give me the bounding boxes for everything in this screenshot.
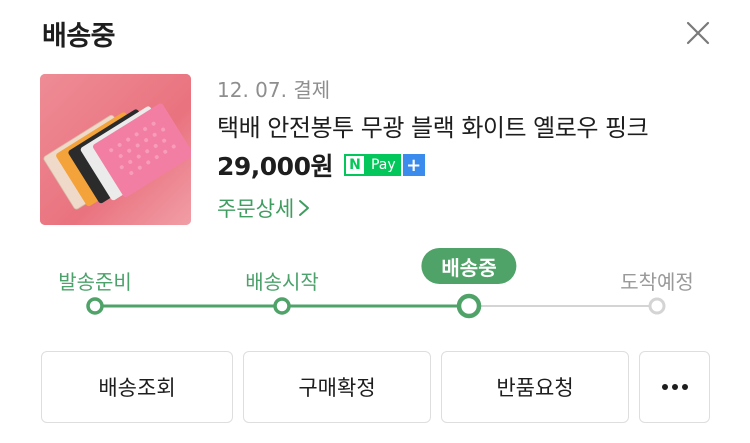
close-button[interactable]: [683, 18, 713, 48]
product-image[interactable]: [40, 74, 191, 225]
step-dot-1: [86, 297, 104, 315]
npay-plus-icon: +: [402, 154, 425, 176]
step-label-current: 배송중: [421, 248, 517, 284]
step-label-1: 발송준비: [58, 270, 132, 294]
track-delivery-button[interactable]: 배송조회: [41, 351, 233, 423]
product-name[interactable]: 택배 안전봉투 무광 블랙 화이트 옐로우 핑크: [217, 108, 717, 143]
order-detail-label: 주문상세: [217, 197, 295, 221]
price-row: 29,000원 N Pay +: [217, 149, 425, 181]
chevron-right-icon: [299, 200, 310, 216]
step-dot-4: [648, 297, 666, 315]
more-button[interactable]: [639, 351, 710, 423]
step-label-4: 도착예정: [620, 270, 694, 294]
step-dot-2: [273, 297, 291, 315]
confirm-purchase-button[interactable]: 구매확정: [243, 351, 431, 423]
return-request-button[interactable]: 반품요청: [441, 351, 629, 423]
delivery-progress: 발송준비 배송시작 배송중 도착예정: [0, 240, 750, 330]
order-detail-link[interactable]: 주문상세: [217, 193, 310, 223]
npay-n-icon: N: [343, 154, 366, 176]
step-dot-3: [456, 293, 482, 319]
order-date: 12. 07. 결제: [217, 78, 331, 102]
step-label-2: 배송시작: [245, 270, 319, 294]
status-title: 배송중: [42, 21, 116, 52]
price: 29,000원: [217, 152, 333, 181]
npay-badge: N Pay +: [343, 154, 425, 177]
close-icon: [686, 21, 710, 45]
npay-pay-label: Pay: [365, 154, 401, 176]
envelope-stack-illustration: [40, 74, 191, 225]
more-horizontal-icon: [661, 384, 688, 390]
